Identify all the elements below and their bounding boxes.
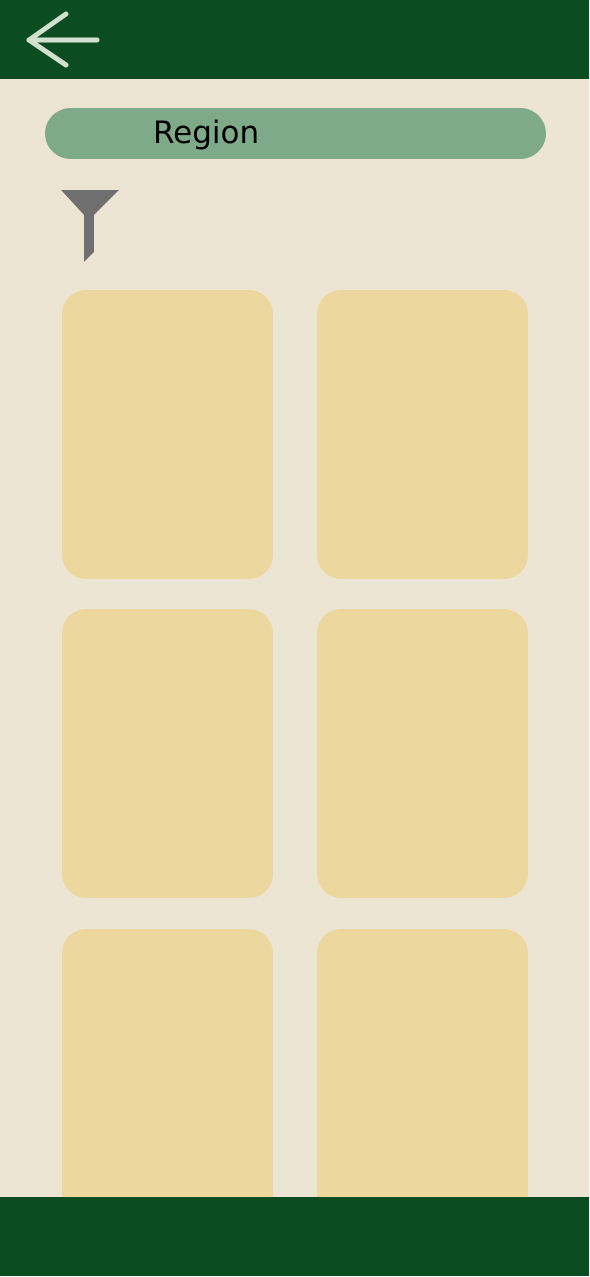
back-button[interactable]: [18, 6, 108, 74]
region-filter-pill[interactable]: Region: [45, 108, 546, 159]
funnel-filter-icon: [61, 190, 119, 262]
grid-card[interactable]: [317, 929, 528, 1218]
grid-card[interactable]: [62, 609, 273, 898]
app-screen: Region: [0, 0, 589, 1276]
filter-button[interactable]: [56, 186, 126, 266]
bottom-bar: [0, 1197, 589, 1276]
grid-card[interactable]: [62, 290, 273, 579]
grid-card[interactable]: [317, 609, 528, 898]
arrow-left-icon: [26, 11, 100, 68]
region-label: Region: [153, 115, 260, 151]
top-app-bar: [0, 0, 589, 79]
grid-card[interactable]: [62, 929, 273, 1218]
grid-card[interactable]: [317, 290, 528, 579]
